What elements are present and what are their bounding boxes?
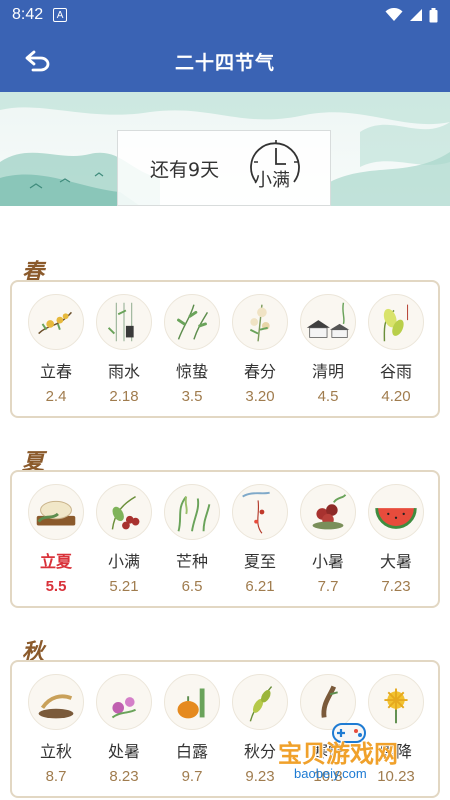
page-title: 二十四节气 xyxy=(174,51,275,74)
term-date: 2.18 xyxy=(109,388,139,405)
liqiu-illustration xyxy=(28,674,84,730)
term-name: 小满 xyxy=(107,552,140,571)
status-time: 8:42 xyxy=(12,6,44,23)
term-bailu[interactable]: 白露 9.7 xyxy=(158,674,226,796)
term-liqiu[interactable]: 立秋 8.7 xyxy=(22,674,90,796)
term-chunfen[interactable]: 春分 3.20 xyxy=(226,294,294,416)
term-chushu[interactable]: 处暑 8.23 xyxy=(90,674,158,796)
chunfen-illustration xyxy=(232,294,288,350)
term-lichun[interactable]: 立春 2.4 xyxy=(22,294,90,416)
banner: 还有9天 小满 xyxy=(0,92,450,206)
guyu-illustration xyxy=(368,294,424,350)
term-xiaoshu[interactable]: 小暑 7.7 xyxy=(294,484,362,606)
term-mangzhong[interactable]: 芒种 6.5 xyxy=(158,484,226,606)
bailu-illustration xyxy=(164,674,220,730)
term-name: 芒种 xyxy=(175,552,208,571)
qingming-illustration xyxy=(300,294,356,350)
term-name: 立春 xyxy=(39,362,72,381)
term-date: 9.23 xyxy=(245,768,275,785)
term-name: 处暑 xyxy=(107,742,140,761)
chushu-illustration xyxy=(96,674,152,730)
term-name: 谷雨 xyxy=(379,362,412,381)
signal-icon xyxy=(410,9,422,21)
shuangjiang-illustration xyxy=(368,674,424,730)
back-button[interactable] xyxy=(22,48,52,74)
term-date: 3.5 xyxy=(181,388,203,405)
dashu-illustration xyxy=(368,484,424,540)
season-card-spring: 立春 2.4 雨水 2.18 惊蛰 3.5 春分 3.20 清明 4.5 谷雨 … xyxy=(10,280,440,418)
term-date: 3.20 xyxy=(245,388,275,405)
term-xiaoman[interactable]: 小满 5.21 xyxy=(90,484,158,606)
term-date: 5.21 xyxy=(109,578,139,595)
term-name: 小暑 xyxy=(311,552,344,571)
term-name: 立夏 xyxy=(39,552,72,571)
term-name: 雨水 xyxy=(107,362,140,381)
term-date: 2.4 xyxy=(45,388,67,405)
next-term-label: 小满 xyxy=(254,170,290,191)
mangzhong-illustration xyxy=(164,484,220,540)
term-date: 8.23 xyxy=(109,768,139,785)
term-qingming[interactable]: 清明 4.5 xyxy=(294,294,362,416)
term-date: 6.5 xyxy=(181,578,203,595)
back-arrow-icon xyxy=(25,50,50,72)
status-bar: 8:42 A xyxy=(0,0,450,30)
countdown-card: 还有9天 小满 xyxy=(117,130,331,206)
term-date: 7.7 xyxy=(317,578,339,595)
jingzhe-illustration xyxy=(164,294,220,350)
term-yushui[interactable]: 雨水 2.18 xyxy=(90,294,158,416)
term-date: 8.7 xyxy=(45,768,67,785)
term-date: 4.20 xyxy=(381,388,411,405)
term-name: 寒露 xyxy=(311,742,344,761)
term-date: 10.23 xyxy=(377,768,415,785)
term-date: 5.5 xyxy=(45,578,67,595)
season-card-autumn: 立秋 8.7 处暑 8.23 白露 9.7 秋分 9.23 寒露 10.8 霜降… xyxy=(10,660,440,798)
wifi-icon xyxy=(385,8,403,21)
term-shuangjiang[interactable]: 霜降 10.23 xyxy=(362,674,430,796)
term-date: 9.7 xyxy=(181,768,203,785)
term-name: 白露 xyxy=(175,742,208,761)
season-card-summer: 立夏 5.5 小满 5.21 芒种 6.5 夏至 6.21 小暑 7.7 大暑 … xyxy=(10,470,440,608)
term-name: 霜降 xyxy=(379,742,412,761)
hanlu-illustration xyxy=(300,674,356,730)
term-name: 秋分 xyxy=(243,742,276,761)
term-name: 春分 xyxy=(243,362,276,381)
xiaoman-illustration xyxy=(96,484,152,540)
term-qiufen[interactable]: 秋分 9.23 xyxy=(226,674,294,796)
term-date: 4.5 xyxy=(317,388,339,405)
lichun-illustration xyxy=(28,294,84,350)
status-indicators xyxy=(385,7,438,23)
term-hanlu[interactable]: 寒露 10.8 xyxy=(294,674,362,796)
term-xiazhi[interactable]: 夏至 6.21 xyxy=(226,484,294,606)
term-date: 6.21 xyxy=(245,578,275,595)
term-date: 10.8 xyxy=(313,768,343,785)
xiaoshu-illustration xyxy=(300,484,356,540)
next-term-clock: 小满 xyxy=(248,138,304,198)
battery-icon xyxy=(429,7,438,22)
countdown-text: 还有9天 xyxy=(150,158,220,181)
xiazhi-illustration xyxy=(232,484,288,540)
term-name: 夏至 xyxy=(243,552,276,571)
lixia-illustration xyxy=(28,484,84,540)
app-bar: 二十四节气 xyxy=(0,30,450,92)
term-jingzhe[interactable]: 惊蛰 3.5 xyxy=(158,294,226,416)
qiufen-illustration xyxy=(232,674,288,730)
term-name: 立秋 xyxy=(39,742,72,761)
yushui-illustration xyxy=(96,294,152,350)
notification-icon: A xyxy=(53,8,68,22)
term-name: 清明 xyxy=(311,362,344,381)
term-guyu[interactable]: 谷雨 4.20 xyxy=(362,294,430,416)
term-name: 惊蛰 xyxy=(175,362,208,381)
term-lixia[interactable]: 立夏 5.5 xyxy=(22,484,90,606)
term-date: 7.23 xyxy=(381,578,411,595)
term-dashu[interactable]: 大暑 7.23 xyxy=(362,484,430,606)
term-name: 大暑 xyxy=(379,552,412,571)
